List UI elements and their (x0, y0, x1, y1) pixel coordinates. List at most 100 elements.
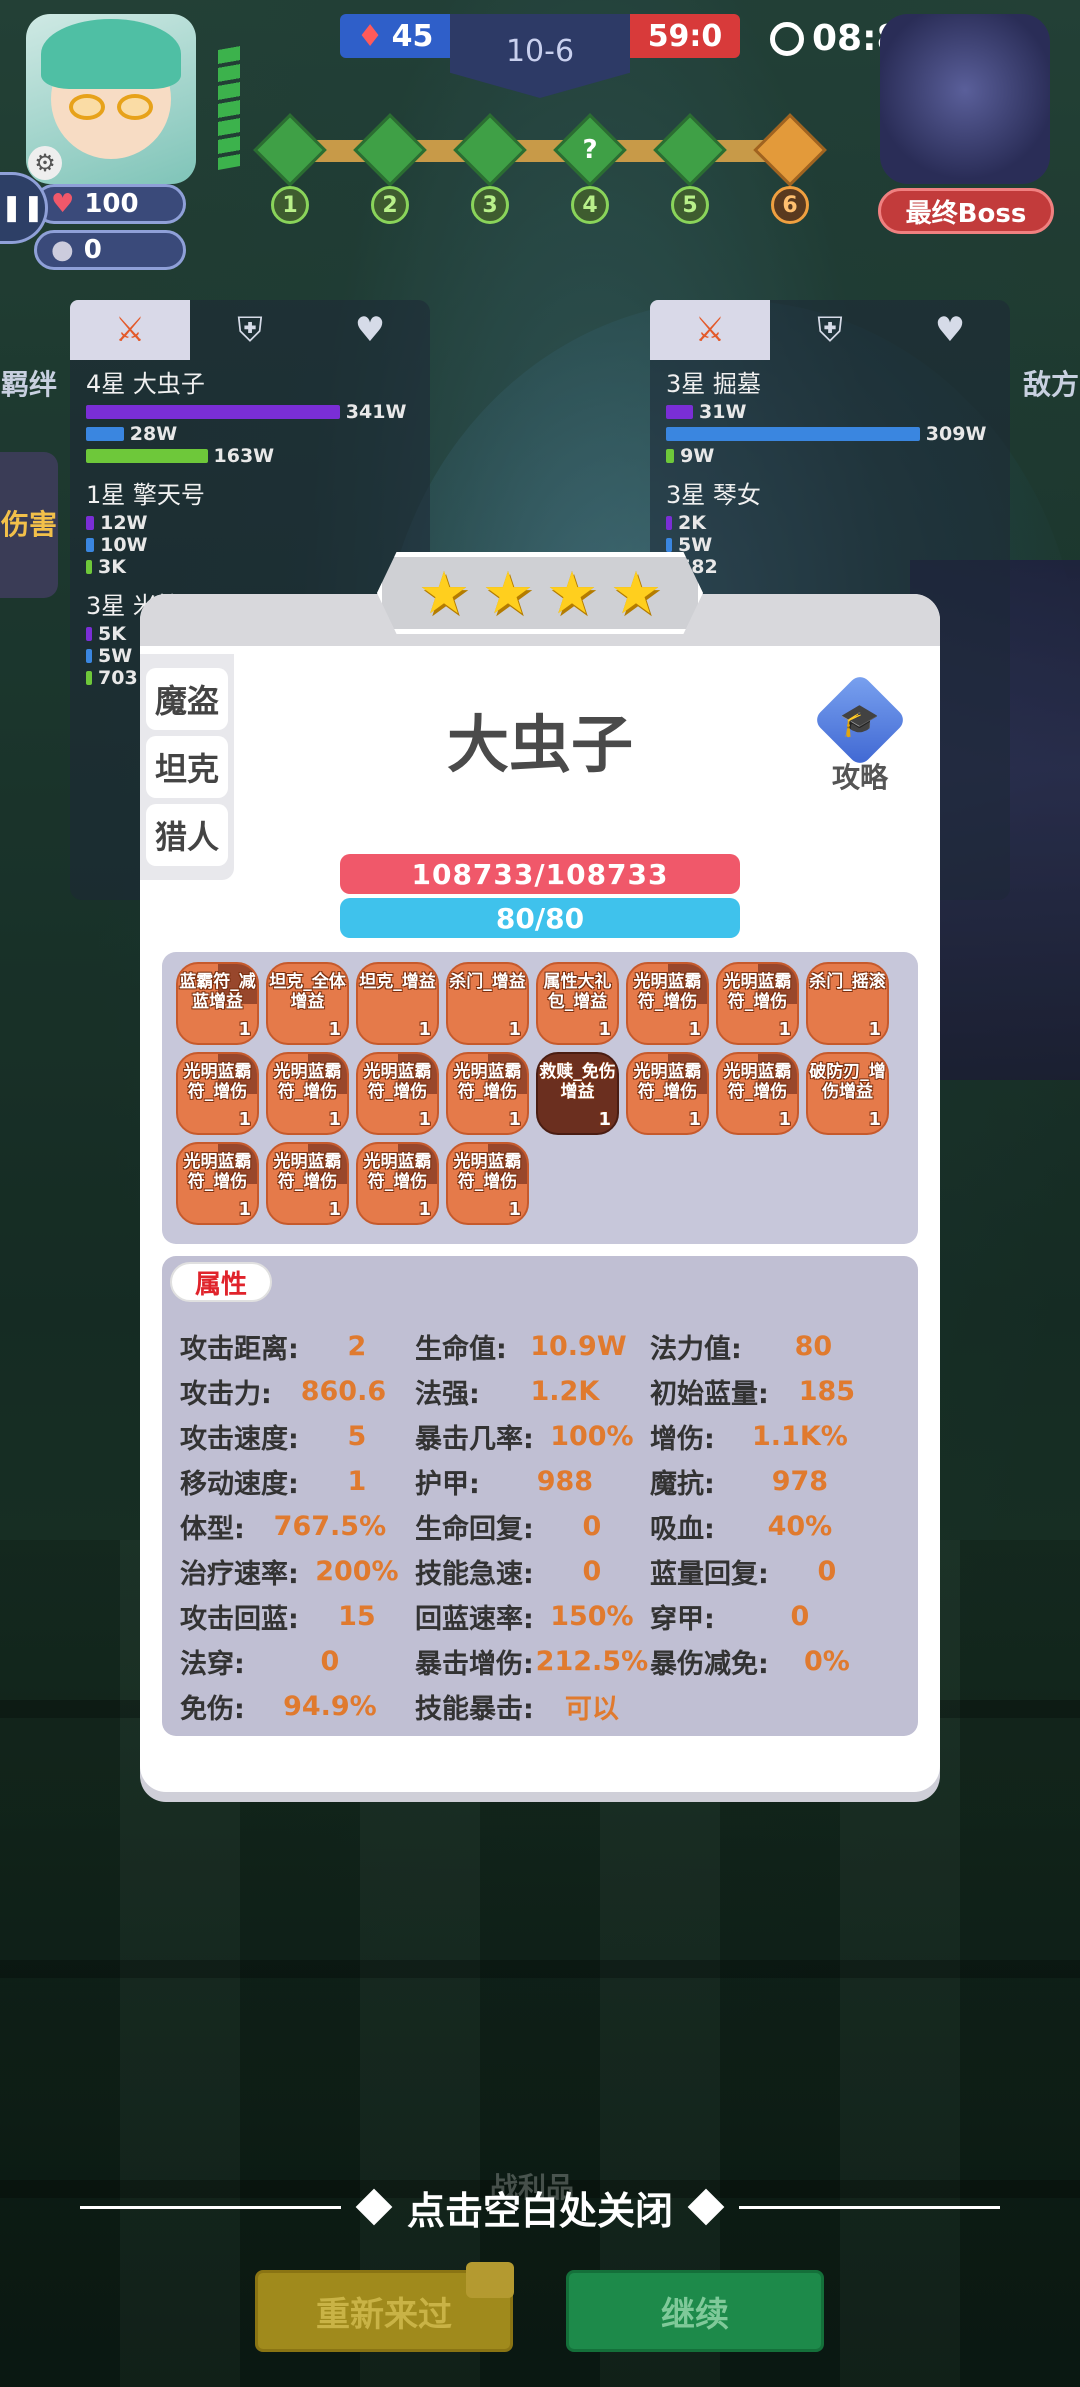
star-rating: ★ ★ ★ ★ (377, 552, 703, 634)
buff-icon[interactable]: 光明蓝霸符_增伤 1 (356, 1052, 439, 1135)
damage-value: 28W (129, 423, 178, 445)
buff-icon[interactable]: 坦克_全体增益 1 (266, 962, 349, 1045)
attribute-item (650, 1684, 885, 1729)
diamond-icon (687, 2188, 725, 2226)
tab-damage[interactable]: 伤害 (0, 452, 58, 598)
clock-icon (770, 21, 804, 56)
attribute-item: 回蓝速率: 150% (415, 1601, 634, 1635)
buff-icon[interactable]: 蓝霸符_减蓝增益 1 (176, 962, 259, 1045)
damage-bar (86, 516, 95, 530)
damage-bar (666, 449, 675, 463)
damage-row[interactable]: 3星 琴女 2K 5W 582 (650, 471, 1010, 582)
stage-number: 3 (471, 186, 509, 224)
buff-icon[interactable]: 光明蓝霸符_增伤 1 (626, 962, 709, 1045)
stage-number: 4 (571, 186, 609, 224)
attribute-item: 攻击速度: 5 (180, 1421, 367, 1455)
heart-icon: ♥ (934, 310, 966, 350)
damage-row[interactable]: 4星 大虫子 341W 28W 163W (70, 360, 430, 471)
hero-mp-bar: 80/80 (340, 898, 740, 938)
attribute-item: 攻击力: 860.6 (180, 1376, 387, 1410)
buff-icon[interactable]: 光明蓝霸符_增伤 1 (626, 1052, 709, 1135)
hero-name: 3星 掘墓 (666, 370, 761, 398)
flame-icon: ♦ (356, 18, 384, 54)
buff-icon[interactable]: 杀门_摇滚 1 (806, 962, 889, 1045)
damage-value: 341W (345, 401, 407, 423)
attribute-item: 法强: 1.2K (415, 1376, 600, 1410)
buff-icon[interactable]: 属性大礼包_增益 1 (536, 962, 619, 1045)
buff-icon[interactable]: 光明蓝霸符_增伤 1 (176, 1142, 259, 1225)
shield-icon: ⛨ (817, 310, 843, 350)
buff-icon[interactable]: 光明蓝霸符_增伤 1 (716, 962, 799, 1045)
boss-avatar[interactable] (880, 14, 1050, 184)
attribute-item: 暴伤减免: 0% (650, 1646, 850, 1680)
tab-healing[interactable]: ♥ (890, 300, 1010, 360)
tab-enemy[interactable]: 敌方 (1022, 330, 1080, 440)
red-score-value: 59:0 (647, 18, 723, 54)
buff-icon[interactable]: 光明蓝霸符_增伤 1 (446, 1052, 529, 1135)
tab-damage-taken[interactable]: ⛨ (770, 300, 890, 360)
star-icon: ★ (610, 559, 662, 627)
buff-icon[interactable]: 杀门_增益 1 (446, 962, 529, 1045)
attribute-item: 体型: 767.5% (180, 1511, 387, 1545)
attribute-item: 攻击距离: 2 (180, 1331, 367, 1365)
energy-bar (218, 46, 240, 170)
attribute-item: 魔抗: 978 (650, 1466, 829, 1500)
damage-row[interactable]: 3星 掘墓 31W 309W 9W (650, 360, 1010, 471)
star-icon: ★ (546, 559, 598, 627)
damage-value: 309W (925, 423, 987, 445)
hero-hp-bar: 108733/108733 (340, 854, 740, 894)
damage-value: 2K (678, 512, 706, 534)
tab-damage-taken[interactable]: ⛨ (190, 300, 310, 360)
buff-icon[interactable]: 救赎_免伤增益 1 (536, 1052, 619, 1135)
buff-icon[interactable]: 光明蓝霸符_增伤 1 (716, 1052, 799, 1135)
buff-icon[interactable]: 光明蓝霸符_增伤 1 (356, 1142, 439, 1225)
damage-bar (86, 449, 208, 463)
buff-icon[interactable]: 光明蓝霸符_增伤 1 (176, 1052, 259, 1135)
attribute-item: 移动速度: 1 (180, 1466, 367, 1500)
damage-bar (86, 405, 340, 419)
diamond-icon (355, 2188, 393, 2226)
hero-name: 3星 琴女 (666, 481, 761, 509)
buff-icon[interactable]: 破防刃_增伤增益 1 (806, 1052, 889, 1135)
tab-damage-dealt[interactable]: ⚔ (70, 300, 190, 360)
attribute-item: 法力值: 80 (650, 1331, 833, 1365)
shield-icon: ⛨ (237, 310, 263, 350)
damage-value: 163W (213, 445, 275, 467)
hero-name: 4星 大虫子 (86, 370, 205, 398)
damage-row[interactable]: 1星 擎天号 12W 10W 3K (70, 471, 430, 582)
video-ad-icon (466, 2262, 514, 2298)
hp-pill: ♥ 100 (34, 184, 186, 224)
damage-bar (86, 627, 92, 641)
stage-number: 6 (771, 186, 809, 224)
heart-icon: ♥ (354, 310, 386, 350)
tab-damage-dealt[interactable]: ⚔ (650, 300, 770, 360)
sword-icon: ⚔ (114, 310, 146, 350)
heart-icon: ♥ (51, 189, 75, 219)
damage-bar (666, 516, 672, 530)
blue-score-value: 45 (391, 18, 434, 54)
star-icon: ★ (418, 559, 470, 627)
guide-button[interactable]: 🎓 攻略 (810, 672, 910, 796)
buff-icon[interactable]: 坦克_增益 1 (356, 962, 439, 1045)
gear-icon[interactable]: ⚙ (28, 146, 62, 180)
damage-bar (86, 560, 92, 574)
tab-bond[interactable]: 羁绊 (0, 330, 58, 440)
tab-healing[interactable]: ♥ (310, 300, 430, 360)
close-hint[interactable]: 点击空白处关闭 (80, 2180, 1001, 2234)
blue-score: ♦ 45 (340, 14, 450, 58)
stage-number: 2 (371, 186, 409, 224)
attribute-tab[interactable]: 属性 (170, 1262, 272, 1302)
damage-value: 12W (100, 512, 148, 534)
damage-value: 10W (100, 534, 148, 556)
damage-bar (666, 538, 672, 552)
coin-pill: ● 0 (34, 230, 186, 270)
red-score: 59:0 (630, 14, 740, 58)
attribute-item: 增伤: 1.1K% (650, 1421, 848, 1455)
buff-icon[interactable]: 光明蓝霸符_增伤 1 (446, 1142, 529, 1225)
buff-icon[interactable]: 光明蓝霸符_增伤 1 (266, 1142, 349, 1225)
continue-button[interactable]: 继续 (566, 2270, 824, 2352)
buff-icon[interactable]: 光明蓝霸符_增伤 1 (266, 1052, 349, 1135)
attribute-item: 生命值: 10.9W (415, 1331, 627, 1365)
class-item[interactable]: 猎人 (146, 804, 228, 866)
damage-bar (86, 427, 124, 441)
